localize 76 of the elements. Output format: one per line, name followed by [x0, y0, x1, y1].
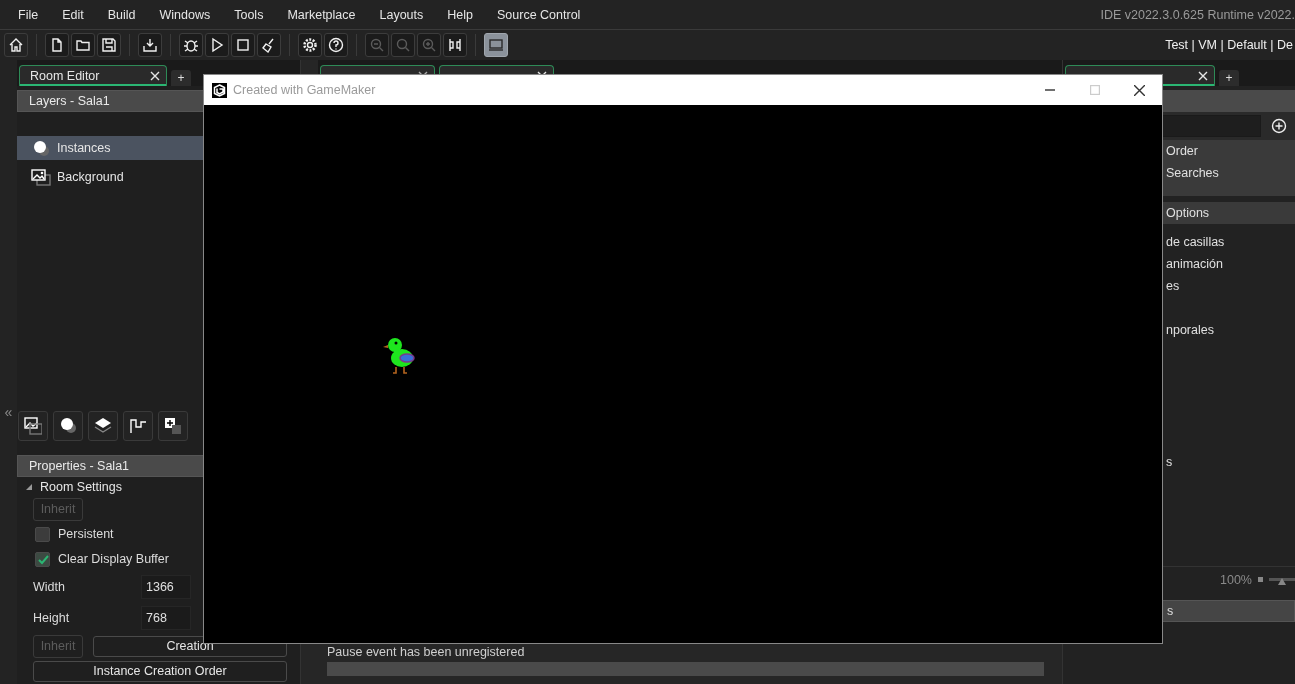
path-icon — [129, 417, 147, 435]
add-tab-button[interactable]: + — [1219, 70, 1239, 86]
circles-icon — [31, 139, 51, 157]
monitor-button[interactable] — [484, 33, 508, 57]
add-circle-icon — [1271, 118, 1287, 134]
slider-thumb[interactable] — [1278, 577, 1286, 585]
stop-button[interactable] — [231, 33, 255, 57]
document-icon — [49, 37, 65, 53]
app-logo-icon — [212, 82, 227, 98]
folder-icon — [75, 37, 91, 53]
output-text: Pause event has been unregistered — [327, 645, 526, 661]
plus-square-icon — [164, 417, 182, 435]
layer-item[interactable]: Background — [17, 165, 300, 189]
section-header[interactable]: Room Settings — [25, 477, 300, 497]
folder-button[interactable] — [71, 33, 95, 57]
add-image-layer-button[interactable] — [18, 411, 48, 441]
bug-button[interactable] — [179, 33, 203, 57]
tray-arrow-button[interactable] — [138, 33, 162, 57]
menu-item[interactable]: Build — [107, 7, 136, 22]
target-label[interactable]: Test | VM | Default | De — [1165, 38, 1293, 52]
version-label: IDE v2022.3.0.625 Runtime v2022. — [1100, 7, 1295, 22]
menu-item[interactable]: Layouts — [379, 7, 424, 22]
add-asset-layer-button[interactable] — [158, 411, 188, 441]
monitor-icon — [488, 37, 504, 53]
broom-button[interactable] — [257, 33, 281, 57]
zoom-in-icon — [421, 37, 437, 53]
instance-order-button[interactable]: Instance Creation Order — [33, 660, 287, 682]
menu-item[interactable]: Help — [447, 7, 473, 22]
circles-icon — [59, 417, 77, 435]
tray-arrow-icon — [142, 37, 158, 53]
help-button[interactable] — [324, 33, 348, 57]
collapse-button[interactable]: « — [4, 404, 13, 420]
image-icon — [31, 168, 51, 186]
home-icon — [8, 37, 24, 53]
checkmark-icon — [36, 553, 49, 565]
add-tile-layer-button[interactable] — [88, 411, 118, 441]
add-path-layer-button[interactable] — [123, 411, 153, 441]
menu-item[interactable]: Edit — [62, 7, 84, 22]
zoom-icon — [395, 37, 411, 53]
home-button[interactable] — [4, 33, 28, 57]
play-button[interactable] — [205, 33, 229, 57]
layers-icon — [94, 417, 112, 435]
checkbox-label: Clear Display Buffer — [58, 552, 169, 566]
scrollbar[interactable] — [327, 662, 1044, 676]
checkbox[interactable] — [35, 551, 50, 567]
number-field[interactable]: 1366 — [141, 575, 191, 599]
menu-item[interactable]: Marketplace — [287, 7, 356, 22]
menu-item[interactable]: Source Control — [497, 7, 581, 22]
checkbox-label: Persistent — [58, 527, 114, 541]
maximize-icon — [1089, 85, 1100, 95]
number-field[interactable]: 768 — [141, 606, 191, 630]
gear-icon — [302, 37, 318, 53]
menu-item[interactable]: Windows — [159, 7, 211, 22]
gear-button[interactable] — [298, 33, 322, 57]
field-label: Height — [33, 611, 71, 625]
split-view-icon — [447, 37, 463, 53]
add-tab-button[interactable]: + — [171, 70, 191, 86]
zoom-out-icon — [369, 37, 385, 53]
tab-label: Room Editor — [30, 69, 100, 83]
stop-icon — [235, 37, 251, 53]
checkbox[interactable] — [35, 526, 50, 542]
tab[interactable]: Room Editor — [19, 65, 167, 86]
split-view-button[interactable] — [443, 33, 467, 57]
play-icon — [209, 37, 225, 53]
document-button[interactable] — [45, 33, 69, 57]
slider-min-mark — [1258, 577, 1263, 582]
image-icon — [24, 417, 42, 435]
floppy-disk-button[interactable] — [97, 33, 121, 57]
add-instance-layer-button[interactable] — [53, 411, 83, 441]
menu-item[interactable]: Tools — [234, 7, 264, 22]
expanded-triangle-icon — [25, 483, 33, 491]
menu-item[interactable]: File — [18, 7, 39, 22]
zoom-label: 100% — [1220, 572, 1252, 587]
bug-icon — [183, 37, 199, 53]
field-label: Width — [33, 580, 66, 594]
help-icon — [328, 37, 344, 53]
